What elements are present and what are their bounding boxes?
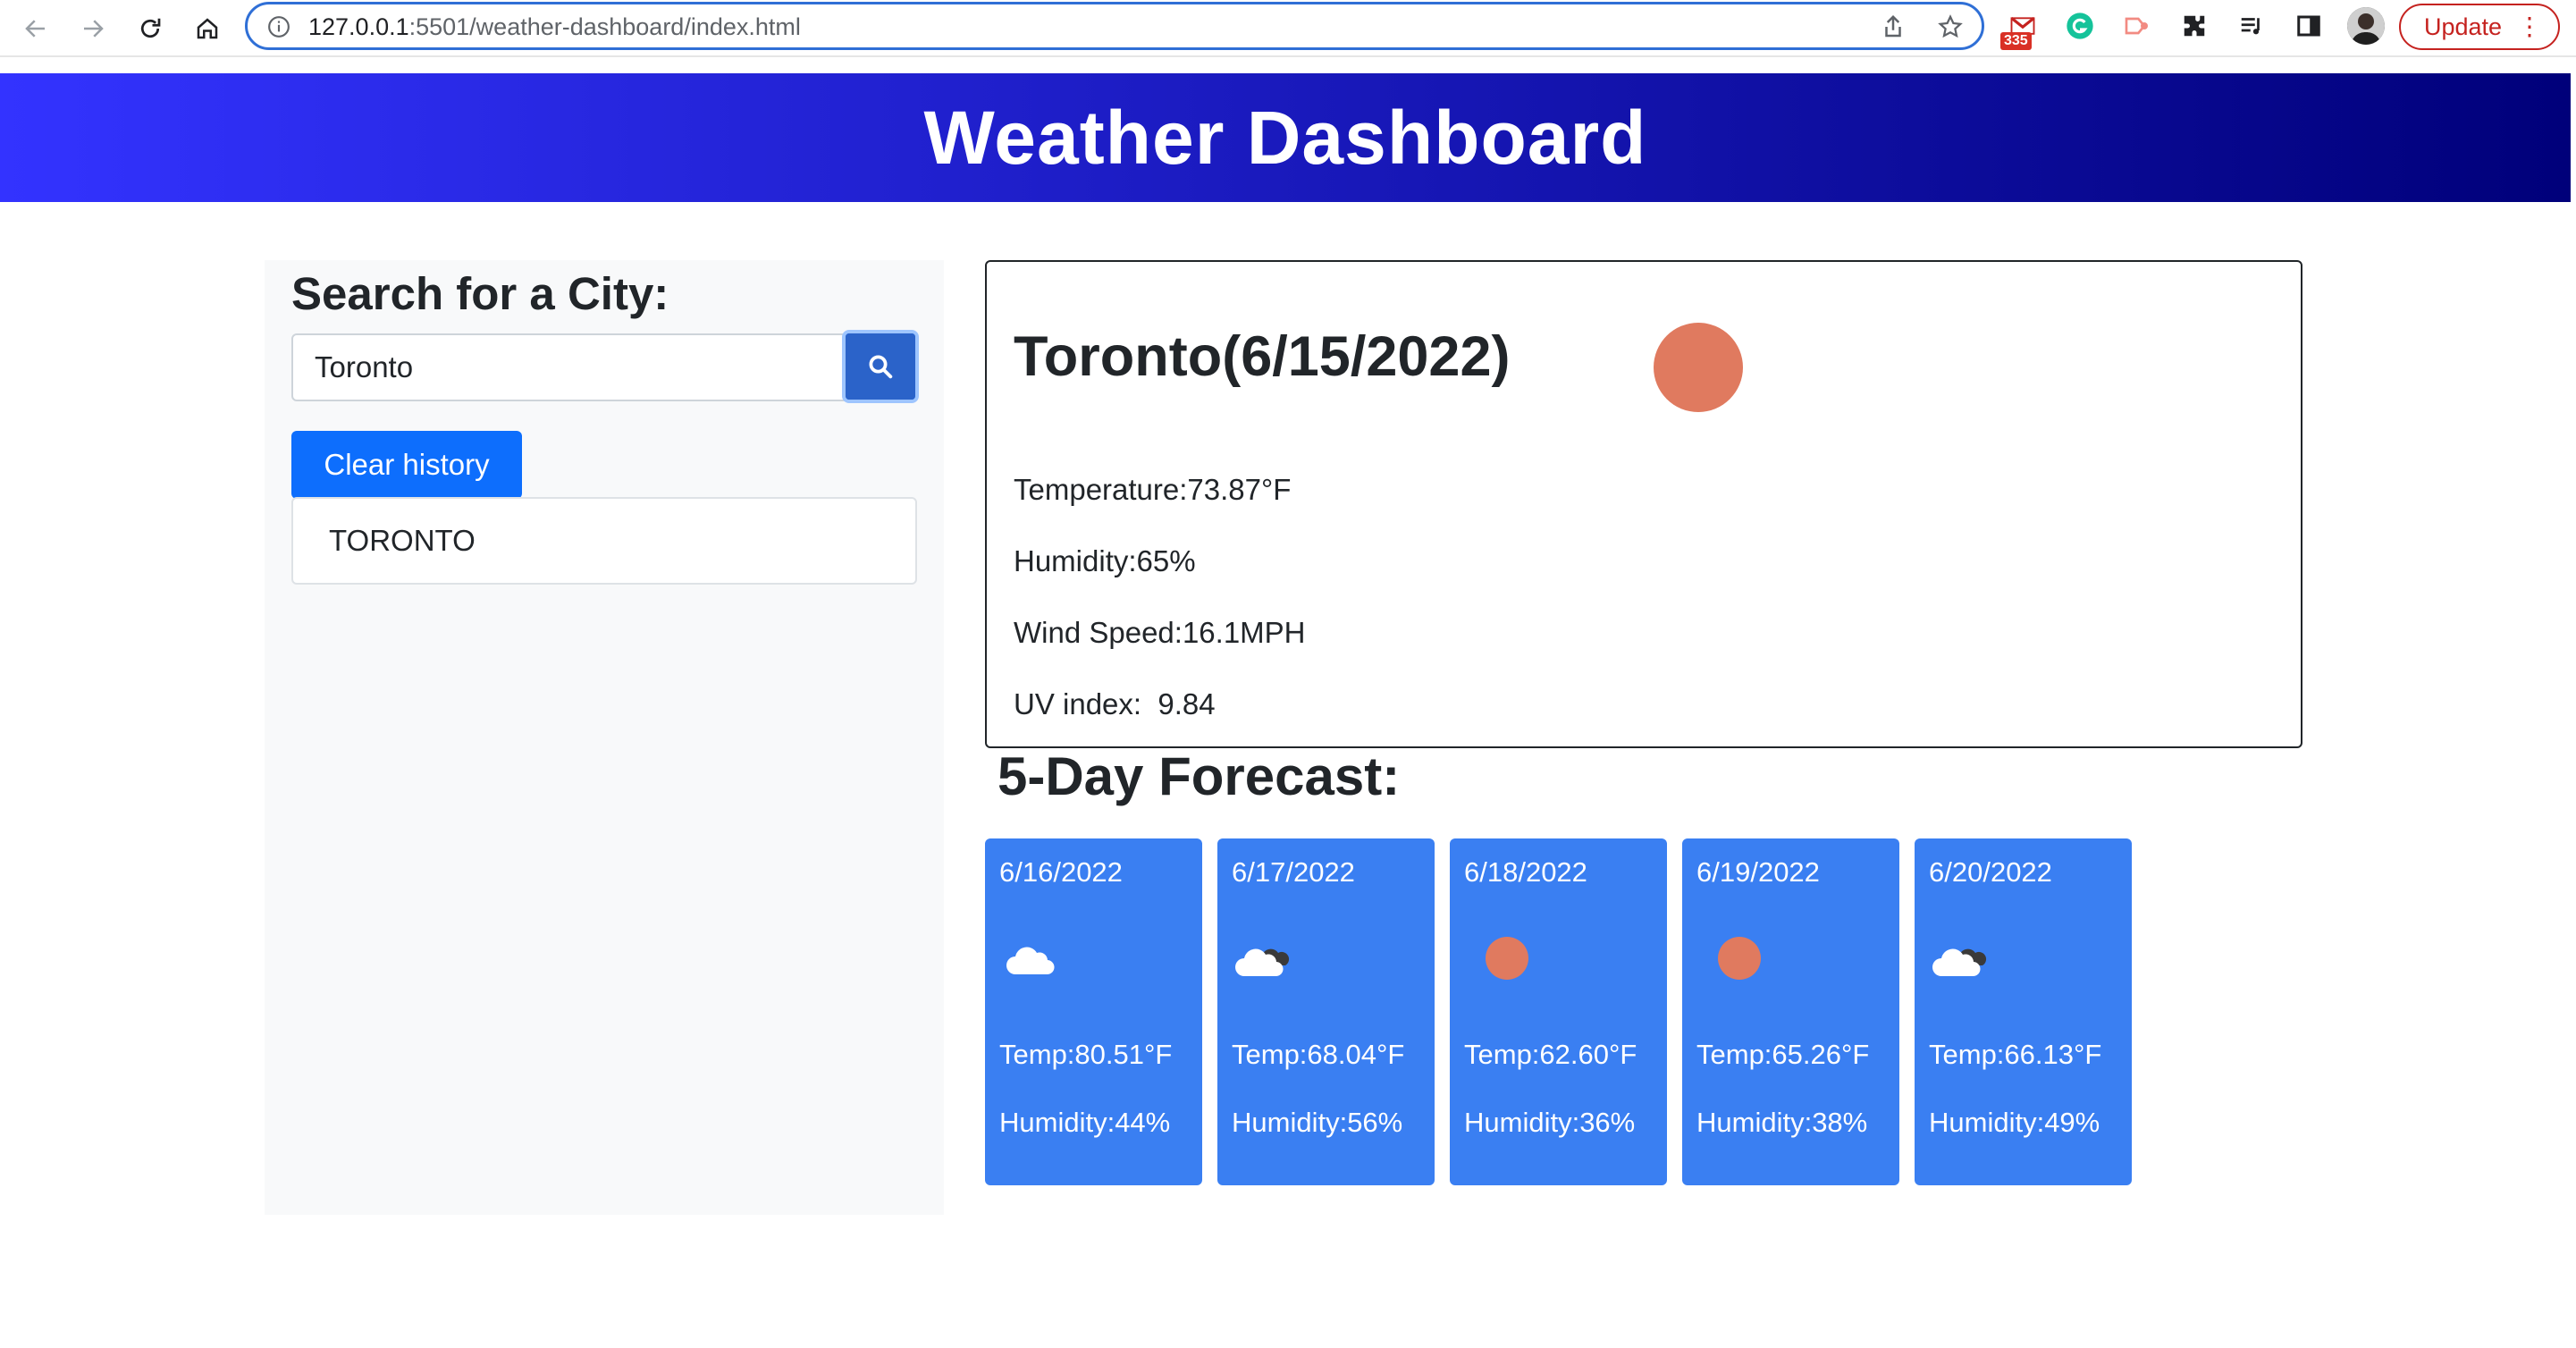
page-header: Weather Dashboard bbox=[0, 73, 2571, 202]
clear-history-button[interactable]: Clear history bbox=[291, 431, 522, 499]
profile-avatar[interactable] bbox=[2347, 7, 2385, 45]
forecast-card: 6/18/2022 Temp:62.60°F Humidity:36% bbox=[1450, 838, 1667, 1185]
forecast-card: 6/16/2022 Temp:80.51°F Humidity:44% bbox=[985, 838, 1202, 1185]
side-panel-icon bbox=[2297, 15, 2320, 37]
update-label: Update bbox=[2424, 13, 2503, 40]
current-uv-index: UV index: 9.84 bbox=[1014, 687, 1216, 720]
forecast-card: 6/19/2022 Temp:65.26°F Humidity:38% bbox=[1682, 838, 1899, 1185]
back-button[interactable] bbox=[16, 9, 55, 48]
extension-button[interactable] bbox=[2120, 9, 2154, 43]
address-bar[interactable]: 127.0.0.1:5501/weather-dashboard/index.h… bbox=[245, 2, 1984, 50]
forecast-temperature: Temp:62.60°F bbox=[1464, 1039, 1637, 1070]
city-search-input[interactable] bbox=[291, 333, 854, 401]
forecast-date: 6/17/2022 bbox=[1232, 856, 1355, 888]
search-icon bbox=[869, 355, 893, 379]
cloud-icon bbox=[999, 933, 1062, 983]
reading-list-button[interactable] bbox=[2235, 9, 2269, 43]
profile-photo-icon bbox=[2347, 7, 2385, 45]
forecast-date: 6/19/2022 bbox=[1696, 856, 1820, 888]
forecast-card: 6/20/2022 Temp:66.13°F Humidity:49% bbox=[1915, 838, 2132, 1185]
current-temperature: Temperature:73.87°F bbox=[1014, 473, 1292, 506]
home-icon bbox=[197, 18, 218, 39]
bookmark-star-icon[interactable] bbox=[1937, 13, 1964, 40]
forecast-humidity: Humidity:44% bbox=[999, 1107, 1171, 1138]
current-weather-card: Toronto(6/15/2022) Temperature:73.87°F H… bbox=[985, 260, 2302, 748]
media-queue-icon bbox=[2241, 18, 2260, 35]
info-icon[interactable] bbox=[267, 15, 290, 38]
current-wind-speed: Wind Speed:16.1MPH bbox=[1014, 616, 1306, 649]
extensions-button[interactable] bbox=[2177, 9, 2211, 43]
browser-toolbar: 127.0.0.1:5501/weather-dashboard/index.h… bbox=[0, 0, 2576, 57]
forecast-humidity: Humidity:56% bbox=[1232, 1107, 1403, 1138]
sun-icon bbox=[1696, 933, 1761, 983]
current-city-date: Toronto(6/15/2022) bbox=[1014, 325, 1511, 388]
forecast-humidity: Humidity:36% bbox=[1464, 1107, 1636, 1138]
history-item[interactable]: TORONTO bbox=[291, 497, 917, 585]
url-path: :5501/weather-dashboard/index.html bbox=[408, 13, 801, 40]
search-heading: Search for a City: bbox=[291, 268, 669, 319]
search-sidebar: Search for a City: Clear history TORONTO bbox=[265, 260, 944, 1215]
forecast-humidity: Humidity:38% bbox=[1696, 1107, 1868, 1138]
clear-sun-icon bbox=[1654, 323, 1743, 412]
forecast-temperature: Temp:65.26°F bbox=[1696, 1039, 1870, 1070]
forward-arrow-icon bbox=[84, 20, 104, 38]
kebab-menu-icon[interactable]: ⋮ bbox=[2517, 14, 2542, 39]
page-title: Weather Dashboard bbox=[923, 95, 1647, 180]
forecast-temperature: Temp:80.51°F bbox=[999, 1039, 1173, 1070]
grammarly-icon bbox=[2067, 13, 2093, 39]
back-arrow-icon bbox=[25, 20, 45, 38]
forecast-date: 6/16/2022 bbox=[999, 856, 1123, 888]
broken-clouds-icon bbox=[1232, 933, 1294, 983]
forecast-cards: 6/16/2022 Temp:80.51°F Humidity:44% 6/17/20… bbox=[985, 838, 2132, 1185]
grammarly-extension[interactable] bbox=[2063, 9, 2097, 43]
url-host: 127.0.0.1 bbox=[308, 13, 409, 40]
reload-icon bbox=[140, 18, 161, 38]
search-button[interactable] bbox=[842, 330, 919, 403]
forward-button[interactable] bbox=[73, 9, 113, 48]
url-text: 127.0.0.1:5501/weather-dashboard/index.h… bbox=[308, 13, 801, 41]
forecast-temperature: Temp:66.13°F bbox=[1929, 1039, 2102, 1070]
screencast-extension-icon bbox=[2125, 17, 2148, 35]
reload-button[interactable] bbox=[130, 9, 170, 48]
puzzle-icon bbox=[2184, 15, 2205, 37]
side-panel-button[interactable] bbox=[2292, 9, 2326, 43]
forecast-date: 6/18/2022 bbox=[1464, 856, 1587, 888]
home-button[interactable] bbox=[188, 9, 227, 48]
update-button[interactable]: Update ⋮ bbox=[2399, 4, 2560, 50]
forecast-heading: 5-Day Forecast: bbox=[998, 746, 1401, 806]
forecast-date: 6/20/2022 bbox=[1929, 856, 2052, 888]
current-humidity: Humidity:65% bbox=[1014, 544, 1196, 577]
forecast-card: 6/17/2022 Temp:68.04°F Humidity:56% bbox=[1217, 838, 1435, 1185]
forecast-humidity: Humidity:49% bbox=[1929, 1107, 2100, 1138]
gmail-unread-badge: 335 bbox=[2000, 32, 2032, 50]
forecast-temperature: Temp:68.04°F bbox=[1232, 1039, 1405, 1070]
share-icon[interactable] bbox=[1880, 13, 1907, 40]
broken-clouds-icon bbox=[1929, 933, 1991, 983]
search-history-list: TORONTO bbox=[291, 497, 917, 585]
sun-icon bbox=[1464, 933, 1528, 983]
